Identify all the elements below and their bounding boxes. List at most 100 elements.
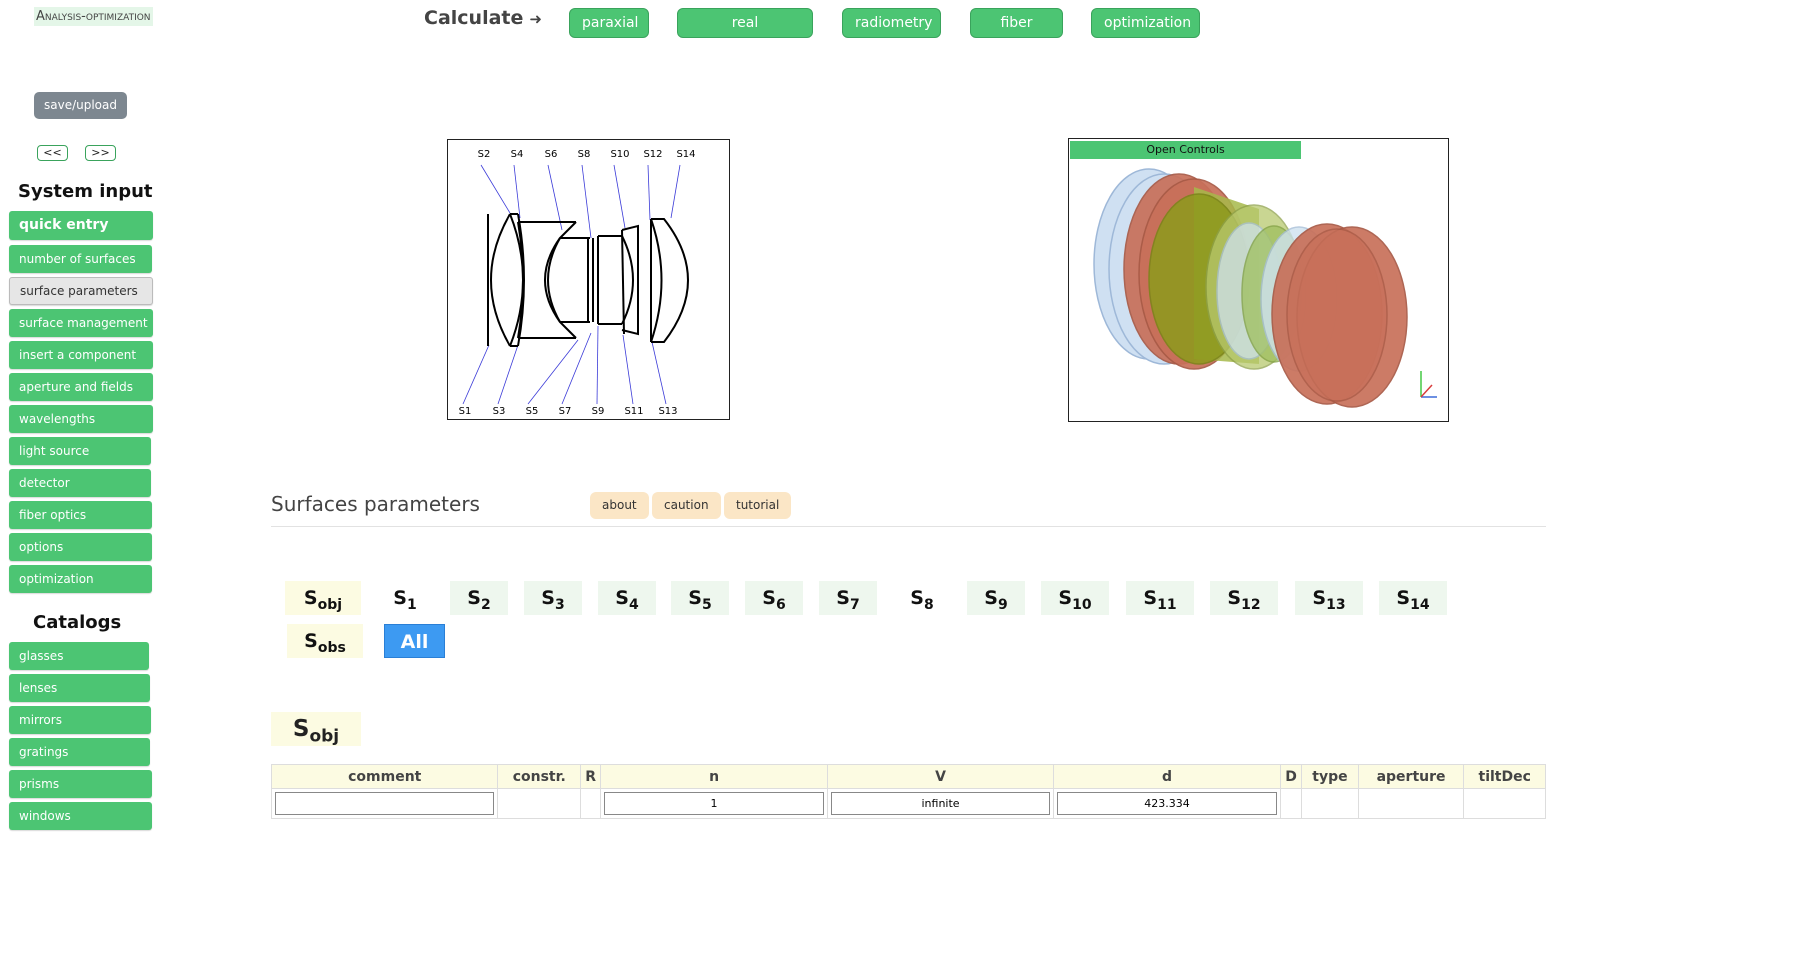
diagram-label-bottom: S7 <box>559 406 572 417</box>
catalog-gratings[interactable]: gratings <box>9 738 150 766</box>
sidebar-item-fiber-optics[interactable]: fiber optics <box>9 501 152 529</box>
surface-tab-8[interactable]: S8 <box>893 581 951 615</box>
v-input[interactable] <box>830 792 1051 815</box>
cell-r <box>580 788 602 819</box>
cell-v <box>826 788 1055 819</box>
diagram-label-top: S2 <box>478 149 491 160</box>
surface-tab-4[interactable]: S4 <box>598 581 656 615</box>
surface-tab-3[interactable]: S3 <box>524 581 582 615</box>
diagram-label-top: S10 <box>610 149 629 160</box>
column-header: comment <box>270 764 499 789</box>
surface-tab-obs[interactable]: Sobs <box>287 624 363 658</box>
sidebar-item-optimization[interactable]: optimization <box>9 565 152 593</box>
lens-3d-viewer[interactable] <box>1068 138 1449 422</box>
surface-tab-6[interactable]: S6 <box>745 581 803 615</box>
selected-surface-heading: Sobj <box>271 712 361 747</box>
paraxial-button[interactable]: paraxial <box>569 8 649 38</box>
surface-tab-13[interactable]: S13 <box>1295 581 1363 615</box>
diagram-label-top: S6 <box>545 149 558 160</box>
real-propagation-button[interactable]: real propagation <box>677 8 813 59</box>
diagram-label-bottom: S1 <box>459 406 472 417</box>
cell-diameter <box>1279 788 1303 819</box>
column-header: n <box>600 764 828 789</box>
column-header: d <box>1053 764 1281 789</box>
tutorial-button[interactable]: tutorial <box>724 492 792 519</box>
cell-tiltdec <box>1463 788 1546 819</box>
sidebar-item-surface-parameters[interactable]: surface parameters <box>9 277 153 305</box>
surface-tab-9[interactable]: S9 <box>967 581 1025 615</box>
prev-button[interactable]: << <box>37 145 68 161</box>
open-controls-button[interactable]: Open Controls <box>1070 141 1301 159</box>
radiometry-button[interactable]: radiometry <box>842 8 941 38</box>
arrow-right-icon: ➜ <box>529 10 542 28</box>
surface-tab-12[interactable]: S12 <box>1210 581 1278 615</box>
comment-input[interactable] <box>275 792 495 815</box>
diagram-label-bottom: S3 <box>493 406 506 417</box>
surface-tab-obj[interactable]: Sobj <box>285 581 361 615</box>
surface-tab-5[interactable]: S5 <box>671 581 729 615</box>
next-button[interactable]: >> <box>85 145 116 161</box>
catalogs-heading: Catalogs <box>33 612 122 633</box>
catalog-prisms[interactable]: prisms <box>9 770 152 798</box>
fiber-optic-button[interactable]: fiber optic <box>970 8 1063 59</box>
cell-comment <box>270 788 499 819</box>
surface-tab-14[interactable]: S14 <box>1379 581 1447 615</box>
diagram-label-bottom: S5 <box>526 406 539 417</box>
n-input[interactable] <box>604 792 824 815</box>
catalog-lenses[interactable]: lenses <box>9 674 150 702</box>
table-header-row: comment constr. R n V d D type aperture … <box>270 764 1546 789</box>
lens-3d-render <box>1093 168 1437 408</box>
d-input[interactable] <box>1057 792 1277 815</box>
surface-tab-1[interactable]: S1 <box>376 581 434 615</box>
lens-diagram-panel: S2 S4 S6 S8 S10 S12 S14 S1 S3 S5 S7 S9 S… <box>447 139 730 420</box>
catalog-glasses[interactable]: glasses <box>9 642 149 670</box>
sidebar-item-surface-management[interactable]: surface management <box>9 309 153 337</box>
sidebar-item-detector[interactable]: detector <box>9 469 151 497</box>
all-surfaces-button[interactable]: All <box>384 624 445 658</box>
section-divider <box>271 526 1546 527</box>
system-input-heading: System input <box>18 181 153 202</box>
caution-button[interactable]: caution <box>652 492 721 519</box>
surface-parameters-table: comment constr. R n V d D type aperture … <box>270 764 1546 819</box>
app-brand[interactable]: Analysis-optimization <box>34 7 153 26</box>
calculate-text: Calculate <box>424 7 524 29</box>
sidebar-item-light-source[interactable]: light source <box>9 437 151 465</box>
column-header: D <box>1279 764 1303 789</box>
diagram-label-top: S12 <box>643 149 662 160</box>
sidebar-item-number-of-surfaces[interactable]: number of surfaces <box>9 245 152 273</box>
column-header: V <box>826 764 1055 789</box>
sidebar-item-options[interactable]: options <box>9 533 152 561</box>
surface-tab-10[interactable]: S10 <box>1041 581 1109 615</box>
optimization-button[interactable]: optimization <box>1091 8 1200 38</box>
catalog-mirrors[interactable]: mirrors <box>9 706 151 734</box>
cell-d <box>1053 788 1281 819</box>
cell-n <box>600 788 828 819</box>
catalog-windows[interactable]: windows <box>9 802 152 830</box>
lens-diagram: S2 S4 S6 S8 S10 S12 S14 S1 S3 S5 S7 S9 S… <box>459 149 696 417</box>
diagram-label-top: S4 <box>511 149 524 160</box>
diagram-label-top: S8 <box>578 149 591 160</box>
cell-type <box>1301 788 1359 819</box>
column-header: type <box>1301 764 1359 789</box>
diagram-label-bottom: S9 <box>592 406 605 417</box>
sidebar-item-quick-entry[interactable]: quick entry <box>9 211 153 240</box>
surface-tab-2[interactable]: S2 <box>450 581 508 615</box>
about-button[interactable]: about <box>590 492 649 519</box>
diagram-label-top: S14 <box>676 149 695 160</box>
sidebar-item-wavelengths[interactable]: wavelengths <box>9 405 153 433</box>
column-header: constr. <box>497 764 582 789</box>
column-header: aperture <box>1357 764 1465 789</box>
column-header: R <box>580 764 602 789</box>
diagram-label-bottom: S11 <box>624 406 643 417</box>
table-row <box>270 788 1546 819</box>
surface-tab-7[interactable]: S7 <box>819 581 877 615</box>
sidebar-item-aperture-fields[interactable]: aperture and fields <box>9 373 153 401</box>
save-upload-button[interactable]: save/upload <box>34 92 127 119</box>
section-title: Surfaces parameters <box>271 492 480 516</box>
sidebar-item-insert-component[interactable]: insert a component <box>9 341 153 369</box>
surface-tab-11[interactable]: S11 <box>1126 581 1194 615</box>
calculate-label: Calculate ➜ <box>424 7 542 29</box>
cell-constr <box>497 788 582 819</box>
diagram-label-bottom: S13 <box>658 406 677 417</box>
cell-aperture <box>1357 788 1465 819</box>
